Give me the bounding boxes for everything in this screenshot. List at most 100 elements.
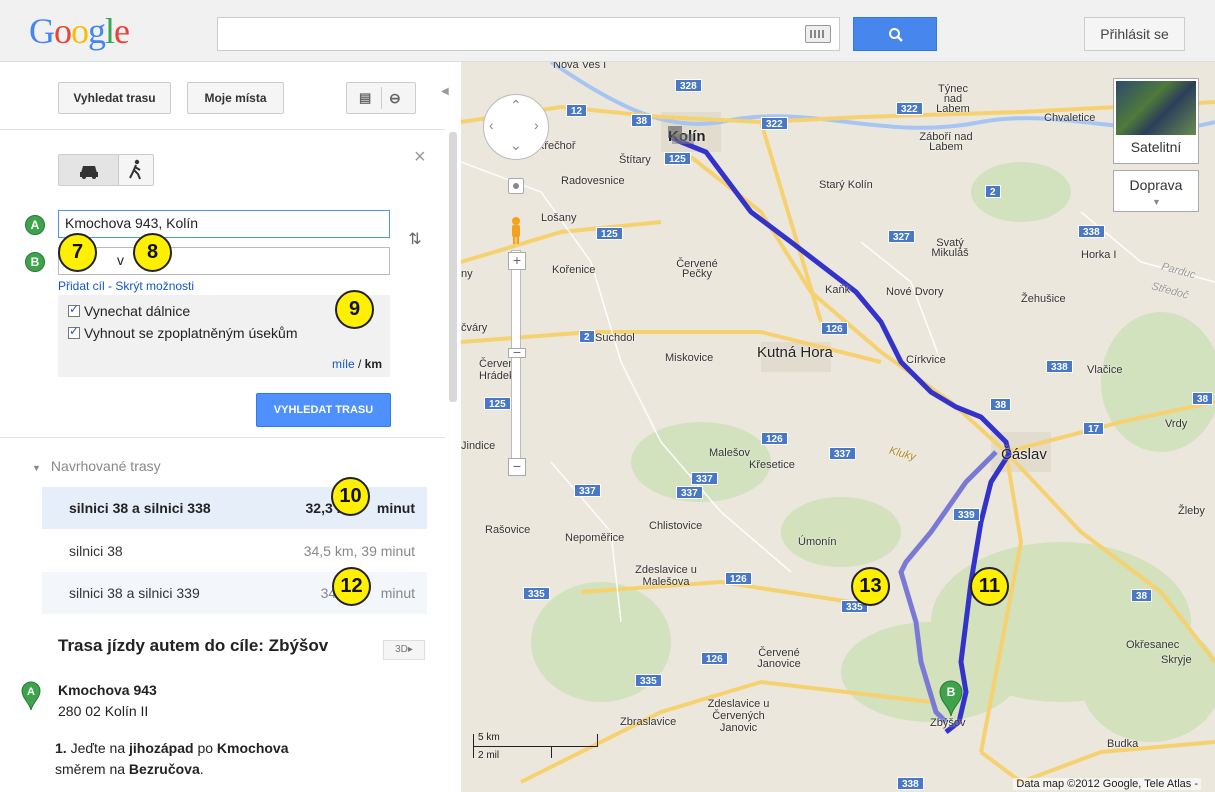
road-number: 12 [566,104,588,117]
road-number: 338 [1078,225,1105,238]
suggested-routes-header[interactable]: ▼ Navrhované trasy [32,458,161,474]
road-number: 338 [1046,360,1073,373]
map-copyright: Data map ©2012 Google, Tele Atlas - [1013,778,1201,790]
3d-button[interactable]: 3D▸ [383,640,425,660]
start-marker: A [25,215,45,235]
search-input[interactable] [217,17,840,51]
road-number: 126 [821,322,848,335]
keyboard-icon[interactable] [805,25,831,43]
svg-text:B: B [947,685,956,699]
search-button[interactable] [853,17,937,51]
road-number: 126 [725,572,752,585]
pan-left-icon: ‹ [489,117,494,133]
route-end-pin: B [939,680,963,717]
road-number: 327 [888,230,915,243]
pan-up-icon: ⌃ [510,97,522,113]
road-number: 339 [953,508,980,521]
route-start-pin [668,126,694,144]
callout-marker: 8 [133,233,172,272]
walk-mode-button[interactable] [119,155,153,185]
pegman-icon[interactable] [509,216,523,246]
road-number: 337 [691,472,718,485]
reset-view-icon[interactable] [508,178,524,194]
travel-mode-selector [58,154,154,186]
direction-step[interactable]: 1. Jeďte na jihozápad po Kmochova směrem… [55,738,289,780]
directions-title: Trasa jízdy autem do cíle: Zbýšov [58,636,329,655]
map-canvas[interactable]: Nova Ves I Kolín Týnec nad Labem Záboří … [461,62,1215,792]
road-number: 126 [761,432,788,445]
satellite-button[interactable]: Satelitní [1113,78,1199,164]
end-input[interactable]: v [58,247,390,275]
directions-panel: Vyhledat trasu Moje místa ▤ ⊖ ◀ × A Kmoc… [0,62,460,792]
zoom-in-button[interactable]: + [508,252,526,270]
collapse-icon[interactable]: ◀ [441,86,449,97]
my-places-button[interactable]: Moje místa [187,82,284,114]
callout-marker: 7 [58,233,97,272]
pan-down-icon: ⌄ [510,137,522,153]
panel-scrollbar[interactable] [449,132,457,402]
avoid-highways-checkbox[interactable]: Vynechat dálnice [68,302,190,319]
signin-button[interactable]: Přihlásit se [1084,17,1185,51]
road-number: 125 [664,152,691,165]
start-address: Kmochova 943 280 02 Kolín II [58,682,157,719]
car-icon [80,166,98,179]
chevron-down-icon: ▼ [1152,197,1161,207]
road-number: 126 [701,652,728,665]
road-number: 17 [1083,422,1105,435]
pan-control[interactable]: ⌃ ‹ › ⌄ [483,94,549,160]
close-icon[interactable]: × [414,146,426,169]
zoom-out-button[interactable]: − [508,458,526,476]
unit-switch: míle / km [331,357,382,371]
route-tab-button[interactable]: Vyhledat trasu [58,82,171,114]
svg-text:A: A [27,686,35,698]
walk-icon [129,159,141,180]
link-icon[interactable]: ⊖ [389,83,401,113]
road-number: 38 [1131,589,1153,602]
road-number: 125 [484,397,511,410]
road-number: 328 [675,79,702,92]
zoom-handle[interactable]: − [508,345,526,359]
car-mode-button[interactable] [59,155,119,185]
print-icon[interactable]: ▤ [359,83,371,113]
end-marker: B [25,252,45,272]
road-number: 335 [523,587,550,600]
add-destination-link[interactable]: Přidat cíl [58,279,105,293]
road-number: 337 [829,447,856,460]
callout-marker: 10 [331,477,370,516]
search-icon [889,28,903,42]
satellite-thumbnail [1116,81,1196,135]
avoid-tolls-checkbox[interactable]: Vyhnout se zpoplatněným úsekům [68,324,298,341]
road-number: 338 [897,777,924,790]
swap-icon[interactable]: ⇅ [402,224,428,256]
road-number: 322 [896,102,923,115]
road-number: 337 [574,484,601,497]
start-input[interactable]: Kmochova 943, Kolín [58,210,390,238]
miles-link[interactable]: míle [332,357,355,371]
route-option[interactable]: silnici 38 34,5 km, 39 minut [42,530,427,572]
start-pin-icon: A [21,681,41,711]
print-link-group: ▤ ⊖ [346,82,416,114]
road-number: 2 [985,185,1001,198]
road-number: 2 [579,330,595,343]
road-number: 337 [676,486,703,499]
km-unit: km [364,357,382,371]
road-number: 38 [990,398,1012,411]
pan-right-icon: › [534,117,539,133]
options-links: Přidat cíl - Skrýt možnosti [58,279,195,293]
road-number: 38 [1192,392,1214,405]
map-scale: 5 km 2 mil [473,730,603,770]
google-logo[interactable]: Google [29,10,130,52]
traffic-button[interactable]: Doprava ▼ [1113,170,1199,212]
road-number: 38 [631,114,653,127]
top-bar: Google Přihlásit se [0,0,1215,62]
hide-options-link[interactable]: Skrýt možnosti [115,279,194,293]
road-number: 322 [761,117,788,130]
zoom-slider[interactable] [511,250,521,470]
road-number: 125 [596,227,623,240]
find-route-button[interactable]: VYHLEDAT TRASU [256,393,391,427]
callout-marker: 11 [970,567,1009,606]
callout-marker: 9 [335,290,374,329]
callout-marker: 13 [851,567,890,606]
road-number: 335 [635,674,662,687]
callout-marker: 12 [332,567,371,606]
